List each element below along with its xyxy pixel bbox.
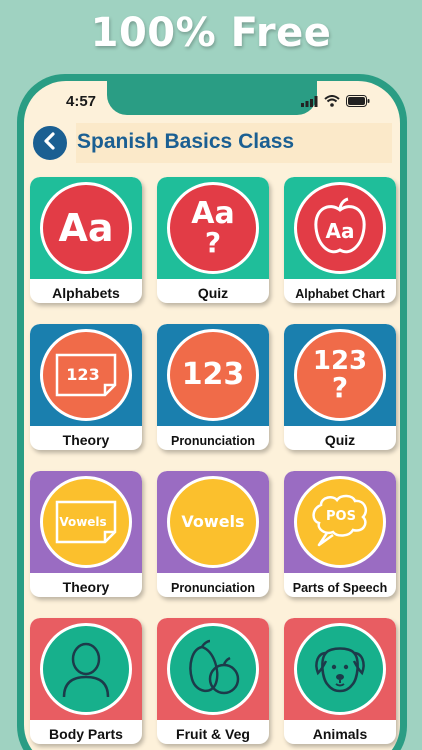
fruit-icon xyxy=(167,623,259,715)
svg-text:123: 123 xyxy=(66,365,99,384)
tile-numbers-quiz[interactable]: 123 ? Quiz xyxy=(284,324,396,450)
tile-alphabets[interactable]: Aa Alphabets xyxy=(30,177,142,303)
tile-label: Fruit & Veg xyxy=(176,726,250,742)
tile-alphabet-quiz[interactable]: Aa ? Quiz xyxy=(157,177,269,303)
tile-label: Animals xyxy=(312,726,368,742)
battery-icon xyxy=(346,94,370,112)
aa-icon: Aa xyxy=(40,182,132,274)
tile-label: Quiz xyxy=(197,285,229,301)
notch xyxy=(107,81,317,115)
tile-label: Theory xyxy=(62,432,110,448)
tile-vowels-pronunciation[interactable]: Vowels Pronunciation xyxy=(157,471,269,597)
lesson-grid: Aa Alphabets Aa ? Quiz Aa Alphabet Chart… xyxy=(30,177,400,744)
tile-body-parts[interactable]: Body Parts xyxy=(30,618,142,744)
tile-numbers-pronunciation[interactable]: 123 Pronunciation xyxy=(157,324,269,450)
tile-animals[interactable]: Animals xyxy=(284,618,396,744)
aa-question-icon: Aa ? xyxy=(167,182,259,274)
phone-frame: 4:57 Spanish Basics Class Aa Alphabets A… xyxy=(17,74,407,750)
tile-label: Pronunciation xyxy=(170,434,256,448)
app-header: Spanish Basics Class xyxy=(24,119,400,167)
vowels-icon: Vowels xyxy=(167,476,259,568)
person-icon xyxy=(40,623,132,715)
wifi-icon xyxy=(324,94,340,112)
status-icons xyxy=(301,94,370,112)
tile-label: Pronunciation xyxy=(170,581,256,595)
apple-aa-icon: Aa xyxy=(294,182,386,274)
tile-parts-of-speech[interactable]: POS Parts of Speech xyxy=(284,471,396,597)
signal-icon xyxy=(301,94,318,112)
app-screen: 4:57 Spanish Basics Class Aa Alphabets A… xyxy=(24,81,400,750)
tile-label: Alphabet Chart xyxy=(295,287,385,301)
tile-numbers-theory[interactable]: 123 Theory xyxy=(30,324,142,450)
numbers-question-icon: 123 ? xyxy=(294,329,386,421)
svg-text:POS: POS xyxy=(326,509,356,524)
promo-banner: 100% Free xyxy=(90,10,332,56)
page-title: Spanish Basics Class xyxy=(77,130,295,153)
number-card-icon: 123 xyxy=(40,329,132,421)
tile-alphabet-chart[interactable]: Aa Alphabet Chart xyxy=(284,177,396,303)
vowels-card-icon: Vowels xyxy=(40,476,132,568)
svg-text:Vowels: Vowels xyxy=(59,515,106,529)
tile-fruit-veg[interactable]: Fruit & Veg xyxy=(157,618,269,744)
tile-label: Quiz xyxy=(324,432,356,448)
speech-bubble-icon: POS xyxy=(294,476,386,568)
tile-label: Parts of Speech xyxy=(292,581,388,595)
numbers-icon: 123 xyxy=(167,329,259,421)
svg-text:Aa: Aa xyxy=(326,219,355,243)
tile-label: Theory xyxy=(62,579,110,595)
tile-label: Alphabets xyxy=(52,285,120,301)
tile-label: Body Parts xyxy=(49,726,123,742)
chevron-left-icon xyxy=(42,131,58,155)
tile-vowels-theory[interactable]: Vowels Theory xyxy=(30,471,142,597)
dog-icon xyxy=(294,623,386,715)
status-time: 4:57 xyxy=(66,93,97,110)
back-button[interactable] xyxy=(30,123,70,163)
